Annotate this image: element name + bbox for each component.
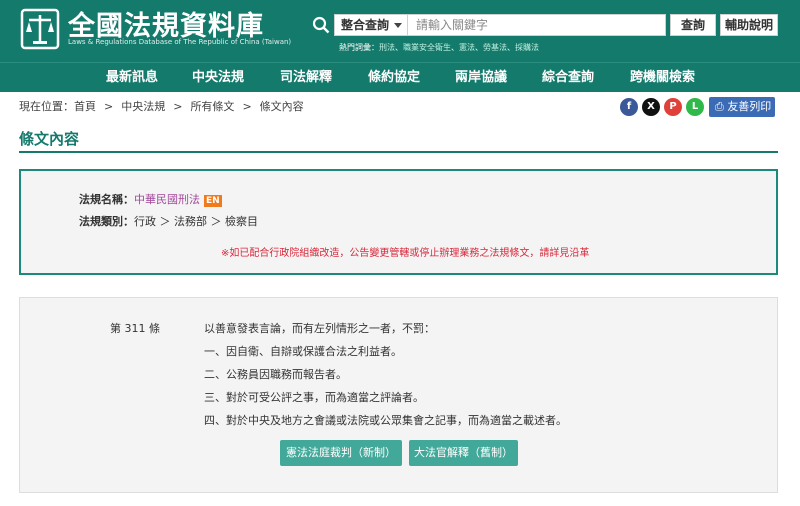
nav-item-cross-strait[interactable]: 兩岸協議 <box>455 63 507 93</box>
nav-item-judicial-interpretations[interactable]: 司法解釋 <box>280 63 332 93</box>
nav-item-integrated-search[interactable]: 綜合查詢 <box>542 63 594 93</box>
print-label: 友善列印 <box>727 100 772 113</box>
hot-terms-label: 熱門詞彙： <box>339 43 379 52</box>
breadcrumb-separator: > <box>104 100 114 113</box>
section-divider <box>19 151 778 153</box>
article-line: 以善意發表言論，而有左列情形之一者，不罰： <box>204 322 435 335</box>
plurk-share-icon[interactable]: P <box>664 98 682 116</box>
printer-icon: ⎙ <box>715 100 724 113</box>
hot-term-link[interactable]: 憲法 <box>459 43 475 52</box>
nav-item-treaties[interactable]: 條約協定 <box>368 63 420 93</box>
article-line: 四、對於中央及地方之會議或法院或公眾集會之記事，而為適當之載述者。 <box>204 414 567 427</box>
article-line: 一、因自衛、自辯或保護合法之利益者。 <box>204 345 402 358</box>
law-category-label: 法規類別： <box>79 215 134 228</box>
constitutional-court-button[interactable]: 憲法法庭裁判（新制） <box>280 440 402 466</box>
article-line: 二、公務員因職務而報告者。 <box>204 368 347 381</box>
law-info-box: 法規名稱：中華民國刑法 EN 法規類別：行政 ＞ 法務部 ＞ 檢察目 ※如已配合行… <box>19 169 778 275</box>
search-input[interactable] <box>408 14 666 36</box>
reorganization-notice: ※如已配合行政院組織改造，公告變更管轄或停止辦理業務之法規條文，請詳見沿革 <box>221 248 590 259</box>
breadcrumb-central-laws[interactable]: 中央法規 <box>121 100 165 113</box>
hot-term-link[interactable]: 職業安全衛生 <box>403 43 451 52</box>
english-version-badge[interactable]: EN <box>204 195 222 207</box>
scales-of-justice-icon[interactable] <box>18 6 62 52</box>
print-button[interactable]: ⎙ 友善列印 <box>709 97 775 117</box>
law-name-link[interactable]: 中華民國刑法 <box>134 193 200 206</box>
site-header: 全國法規資料庫 Laws & Regulations Database of T… <box>0 0 800 62</box>
line-share-icon[interactable]: L <box>686 98 704 116</box>
breadcrumb-separator: > <box>242 100 252 113</box>
law-category-value: 行政 ＞ 法務部 ＞ 檢察目 <box>134 215 258 228</box>
facebook-share-icon[interactable]: f <box>620 98 638 116</box>
hot-term-link[interactable]: 採購法 <box>515 43 539 52</box>
search-button[interactable]: 查詢 <box>670 14 716 36</box>
section-title: 條文內容 <box>19 130 80 148</box>
article-line: 三、對於可受公評之事，而為適當之評論者。 <box>204 391 424 404</box>
article-number: 第 311 條 <box>110 322 160 335</box>
breadcrumb: 現在位置：首頁 > 中央法規 > 所有條文 > 條文內容 <box>19 98 304 114</box>
search-scope-select[interactable]: 整合查詢 <box>334 14 408 36</box>
nav-item-central-laws[interactable]: 中央法規 <box>192 63 244 93</box>
search-icon <box>312 16 330 34</box>
nav-item-latest-news[interactable]: 最新訊息 <box>106 63 158 93</box>
help-button[interactable]: 輔助說明 <box>720 14 778 36</box>
article-box: 第 311 條 以善意發表言論，而有左列情形之一者，不罰： 一、因自衛、自辯或保… <box>19 297 778 493</box>
hot-term-link[interactable]: 勞基法 <box>483 43 507 52</box>
breadcrumb-separator: > <box>173 100 183 113</box>
hot-term-link[interactable]: 刑法 <box>379 43 395 52</box>
site-subtitle: Laws & Regulations Database of The Repub… <box>68 38 292 46</box>
breadcrumb-current: 條文內容 <box>259 100 304 113</box>
main-nav: 最新訊息 中央法規 司法解釋 條約協定 兩岸協議 綜合查詢 跨機關檢索 <box>0 62 800 92</box>
law-name-row: 法規名稱：中華民國刑法 EN <box>79 191 222 207</box>
breadcrumb-all-articles[interactable]: 所有條文 <box>190 100 234 113</box>
breadcrumb-home[interactable]: 首頁 <box>74 100 96 113</box>
search-scope-label: 整合查詢 <box>341 18 390 32</box>
law-category-row: 法規類別：行政 ＞ 法務部 ＞ 檢察目 <box>79 213 258 229</box>
chevron-down-icon <box>394 23 402 28</box>
breadcrumb-prefix: 現在位置： <box>19 100 74 113</box>
nav-item-cross-agency-search[interactable]: 跨機關檢索 <box>630 63 695 93</box>
hot-terms: 熱門詞彙：刑法、職業安全衛生、憲法、勞基法、採購法 <box>339 43 539 52</box>
law-name-label: 法規名稱： <box>79 193 134 206</box>
x-share-icon[interactable]: X <box>642 98 660 116</box>
grand-justices-button[interactable]: 大法官解釋（舊制） <box>409 440 518 466</box>
